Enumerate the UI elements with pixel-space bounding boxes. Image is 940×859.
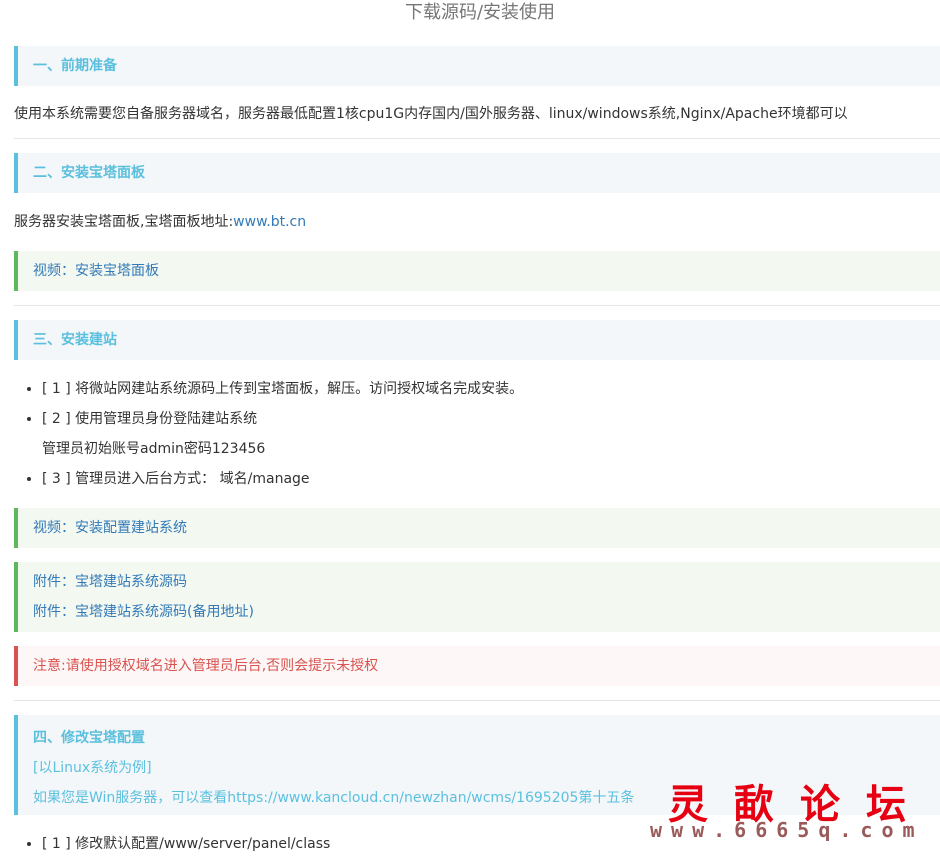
video-callout-bt-panel: 视频：安装宝塔面板: [14, 251, 940, 291]
section-header-bt-panel: 二、安装宝塔面板: [14, 153, 940, 193]
list-item: [ 1 ] 修改默认配置/www/server/panel/class: [42, 829, 330, 859]
preparation-text: 使用本系统需要您自备服务器域名，服务器最低配置1核cpu1G内存国内/国外服务器…: [14, 106, 848, 122]
notice-callout: 注意:请使用授权域名进入管理员后台,否则会提示未授权: [14, 646, 940, 686]
section-title: 二、安装宝塔面板: [33, 165, 145, 181]
install-steps-list: [ 1 ] 将微站网建站系统源码上传到宝塔面板，解压。访问授权域名完成安装。 […: [14, 374, 523, 494]
step-text: [ 1 ] 修改默认配置/www/server/panel/class: [42, 836, 331, 852]
video-link-bt-panel[interactable]: 视频：安装宝塔面板: [33, 251, 940, 291]
section-title: 四、修改宝塔配置: [33, 730, 145, 746]
attachments-callout: 附件：宝塔建站系统源码 附件：宝塔建站系统源码(备用地址): [14, 562, 940, 632]
divider: [14, 700, 940, 701]
step-text: [ 3 ] 管理员进入后台方式： 域名/manage: [42, 471, 310, 487]
step-text: [ 2 ] 使用管理员身份登陆建站系统: [42, 411, 258, 427]
divider: [14, 305, 940, 306]
divider: [14, 138, 940, 139]
list-item: [ 1 ] 将微站网建站系统源码上传到宝塔面板，解压。访问授权域名完成安装。: [42, 374, 523, 404]
notice-text: 注意:请使用授权域名进入管理员后台,否则会提示未授权: [33, 658, 379, 674]
step-text: [ 1 ] 将微站网建站系统源码上传到宝塔面板，解压。访问授权域名完成安装。: [42, 381, 524, 397]
section-header-install-site: 三、安装建站: [14, 320, 940, 360]
bt-panel-link[interactable]: www.bt.cn: [233, 214, 306, 230]
attachment-link-backup[interactable]: 附件：宝塔建站系统源码(备用地址): [33, 597, 940, 627]
video-link-install[interactable]: 视频：安装配置建站系统: [33, 508, 940, 548]
watermark: 灵歃论坛 www.6665q.com: [650, 770, 940, 850]
bt-panel-text-prefix: 服务器安装宝塔面板,宝塔面板地址:: [14, 214, 234, 230]
section-title: 一、前期准备: [33, 58, 117, 74]
page-title: 下载源码/安装使用: [404, 2, 556, 23]
attachment-link-source[interactable]: 附件：宝塔建站系统源码: [33, 567, 940, 597]
section-title: 三、安装建站: [33, 332, 117, 348]
watermark-url: www.6665q.com: [650, 818, 924, 842]
config-steps-list: [ 1 ] 修改默认配置/www/server/panel/class: [14, 829, 330, 859]
video-callout-install: 视频：安装配置建站系统: [14, 508, 940, 548]
list-item: [ 2 ] 使用管理员身份登陆建站系统管理员初始账号admin密码123456: [42, 404, 523, 464]
list-item: [ 3 ] 管理员进入后台方式： 域名/manage: [42, 464, 523, 494]
bt-panel-text: 服务器安装宝塔面板,宝塔面板地址:www.bt.cn: [14, 212, 306, 232]
step-subtext: 管理员初始账号admin密码123456: [42, 441, 266, 457]
section-header-preparation: 一、前期准备: [14, 46, 940, 86]
